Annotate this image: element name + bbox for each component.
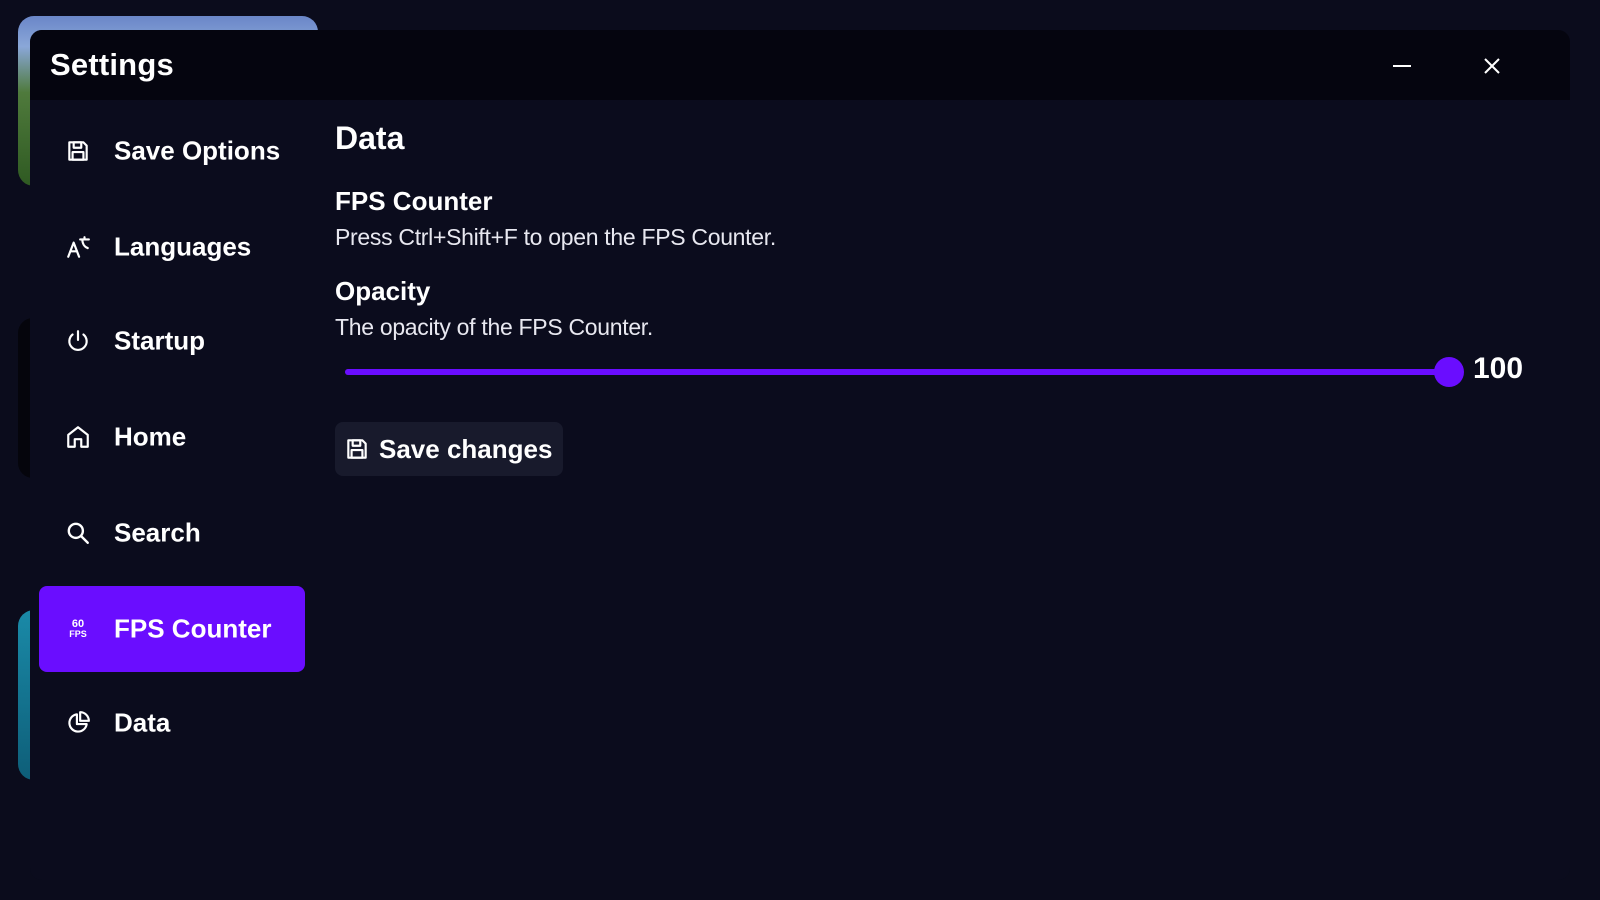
- sidebar-item-fps-counter[interactable]: 60 FPS FPS Counter: [39, 586, 305, 672]
- sidebar-item-startup[interactable]: Startup: [39, 298, 305, 384]
- sidebar-item-home[interactable]: Home: [39, 394, 305, 480]
- fps-icon: 60 FPS: [65, 616, 91, 642]
- sidebar-item-data[interactable]: Data: [39, 680, 305, 766]
- power-icon: [65, 328, 91, 354]
- fps-icon-bottom-text: FPS: [69, 629, 87, 639]
- sidebar-item-label: Home: [114, 421, 187, 452]
- settings-window: Settings Save Options Languages Startup …: [30, 30, 1570, 880]
- opacity-description: The opacity of the FPS Counter.: [335, 314, 653, 340]
- save-icon: [65, 138, 91, 164]
- minimize-button[interactable]: [1384, 48, 1420, 84]
- window-title: Settings: [50, 47, 174, 82]
- title-bar: Settings: [30, 30, 1570, 100]
- save-changes-label: Save changes: [379, 434, 553, 464]
- opacity-slider[interactable]: [345, 357, 1464, 387]
- search-icon: [65, 520, 91, 546]
- sidebar-item-search[interactable]: Search: [39, 490, 305, 576]
- opacity-value: 100: [1473, 352, 1524, 385]
- sidebar-item-save-options[interactable]: Save Options: [39, 108, 305, 194]
- sidebar-item-label: Data: [114, 707, 171, 738]
- languages-icon: [65, 234, 91, 260]
- section-title: Data: [335, 120, 405, 156]
- sidebar-item-label: Save Options: [114, 135, 281, 166]
- pie-chart-icon: [65, 710, 91, 736]
- sidebar-item-languages[interactable]: Languages: [39, 204, 305, 290]
- sidebar-item-label: Languages: [114, 231, 252, 262]
- sidebar-item-label: Search: [114, 517, 201, 548]
- minimize-icon: [1393, 65, 1411, 67]
- fps-counter-description: Press Ctrl+Shift+F to open the FPS Count…: [335, 224, 776, 250]
- close-icon: [1484, 58, 1500, 74]
- slider-fill: [345, 369, 1449, 375]
- home-icon: [65, 424, 91, 450]
- opacity-title: Opacity: [335, 276, 431, 306]
- save-changes-button[interactable]: Save changes: [335, 422, 563, 476]
- sidebar-item-label: FPS Counter: [114, 613, 272, 644]
- fps-counter-title: FPS Counter: [335, 186, 493, 216]
- sidebar-item-label: Startup: [114, 325, 205, 356]
- slider-thumb[interactable]: [1434, 357, 1464, 387]
- save-icon: [347, 439, 367, 459]
- close-button[interactable]: [1474, 48, 1510, 84]
